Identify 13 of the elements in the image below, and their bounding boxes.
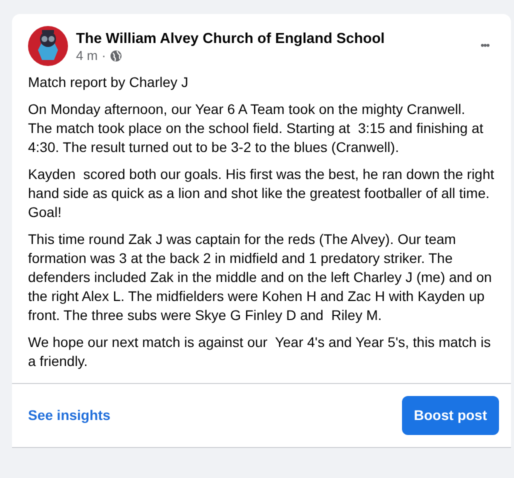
globe-icon <box>110 50 122 62</box>
boost-post-button[interactable]: Boost post <box>402 396 499 435</box>
post-paragraph: Match report by Charley J <box>28 73 190 92</box>
author-name[interactable]: The William Alvey Church of England School <box>76 30 466 48</box>
post-paragraph: Kayden scored both our goals. His first was the best, he ran down the right hand side as quick as a lion and shot like the greatest footballer of all time. Goal! <box>28 165 495 222</box>
more-options-button[interactable]: ••• <box>474 34 495 58</box>
see-insights-link[interactable]: See insights <box>24 405 114 426</box>
post-paragraph: On Monday afternoon, our Year 6 A Team took on the mighty Cranwell. The match took place on the school field. Starting at 3:15 and finishing at 4:30. The result turned out to be 3-2 to the blues (Cranwell). <box>28 100 484 157</box>
post-paragraph: This time round Zak J was captain for the reds (The Alvey). Our team formation was 3 at the back 2 in midfield and 1 predatory striker. The defenders included Zak in the middle and on the left Charley J (me) and on the right Alex L. The midfielders were Kohen H and Zac H with Kayden up front. The three subs were Skye G Finley D and Riley M. <box>28 230 493 325</box>
logo-icon <box>28 26 68 66</box>
post-time[interactable]: 4 m <box>76 48 98 64</box>
meta-separator: · <box>102 48 106 64</box>
post-paragraph: We hope our next match is against our Year 4's and Year 5's, this match is a friendly. <box>28 333 492 371</box>
